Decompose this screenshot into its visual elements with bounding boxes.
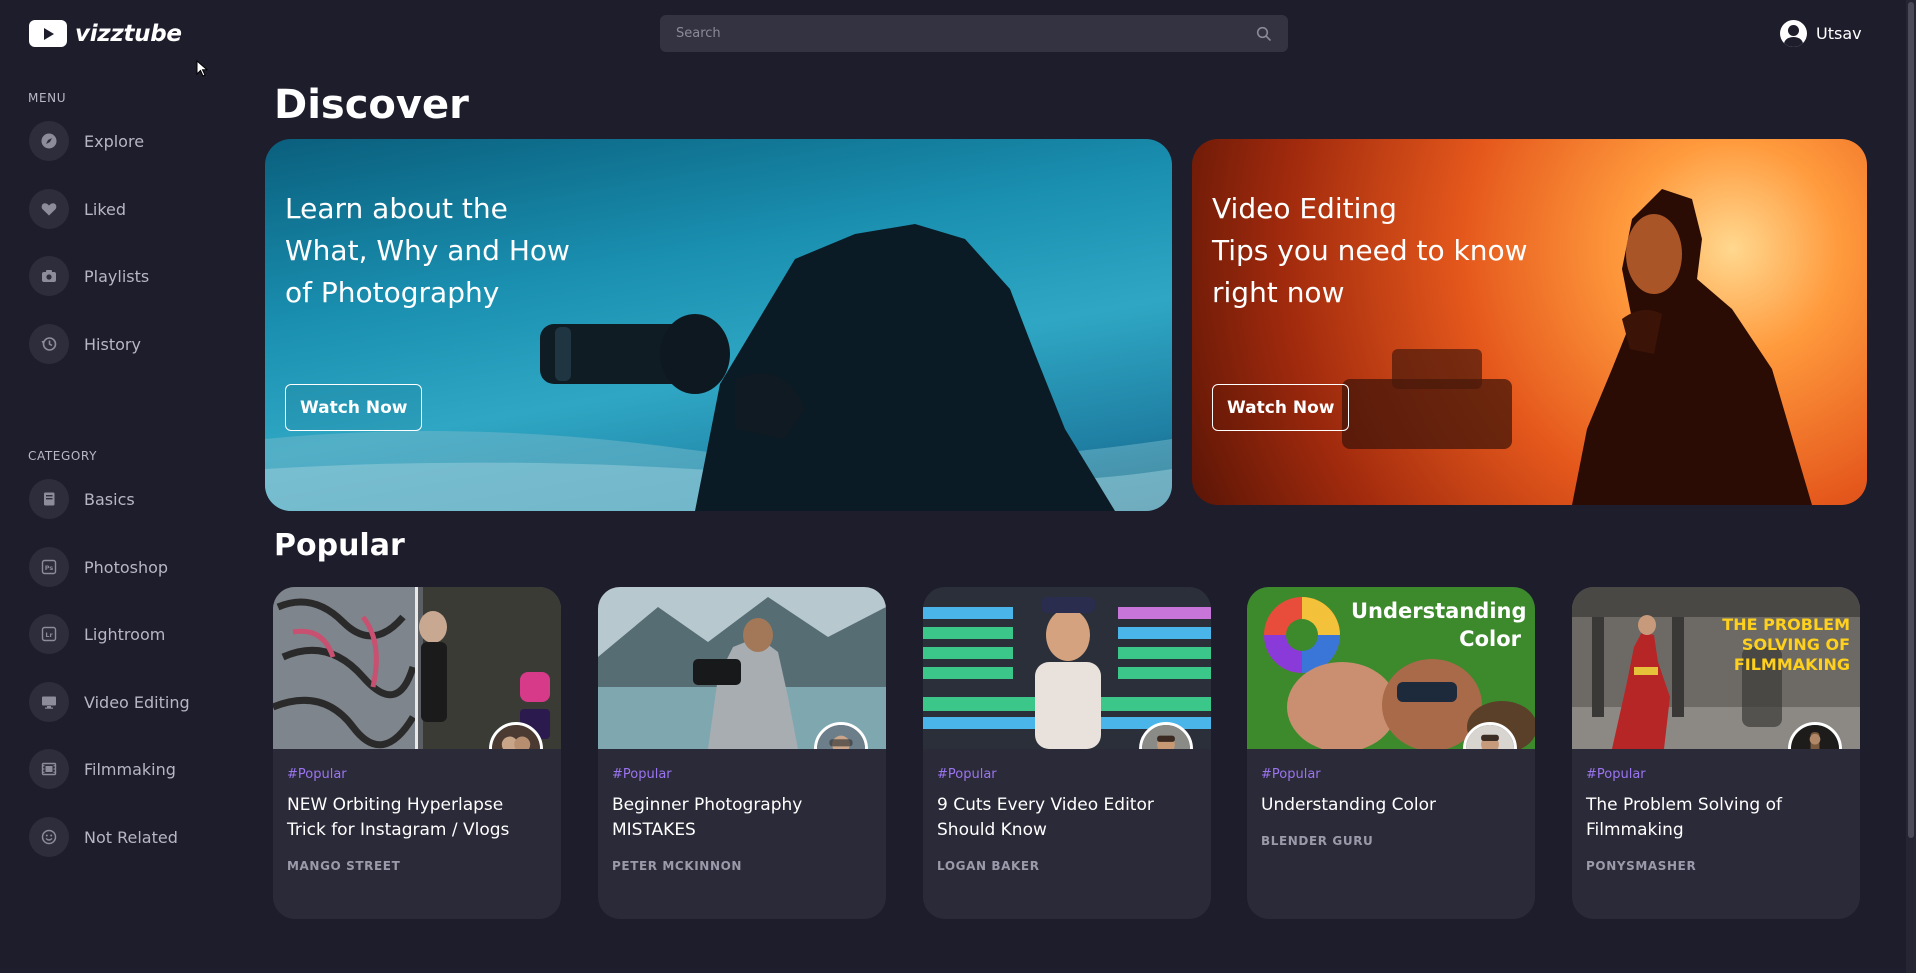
video-card[interactable]: Understanding Color #Popular Understandi… <box>1247 587 1535 919</box>
user-name: Utsav <box>1816 24 1862 43</box>
channel-name[interactable]: PETER MCKINNON <box>612 859 742 873</box>
channel-name[interactable]: LOGAN BAKER <box>937 859 1040 873</box>
banner-line: Tips you need to know <box>1212 234 1528 267</box>
video-tag[interactable]: #Popular <box>937 767 997 782</box>
banner-line: of Photography <box>285 276 500 309</box>
brand-name: vizztube <box>75 20 182 47</box>
sidebar-item-label: Liked <box>84 199 127 219</box>
compass-icon <box>29 121 69 161</box>
sidebar-item-label: Explore <box>84 131 145 151</box>
banner-video-editing[interactable]: Video Editing Tips you need to know righ… <box>1192 139 1867 505</box>
banner-heading: Video Editing Tips you need to know righ… <box>1212 188 1528 314</box>
sidebar-item-explore[interactable]: Explore <box>29 121 144 161</box>
video-thumbnail[interactable]: THE PROBLEM SOLVING OF FILMMAKING <box>1572 587 1860 749</box>
search-icon[interactable] <box>1256 26 1272 42</box>
sidebar-item-label: Playlists <box>84 266 150 286</box>
video-title[interactable]: Beginner Photography MISTAKES <box>612 793 872 843</box>
video-card[interactable]: #Popular 9 Cuts Every Video Editor Shoul… <box>923 587 1211 919</box>
discover-title: Discover <box>274 82 469 128</box>
svg-text:Ps: Ps <box>45 564 54 572</box>
sidebar-item-label: Basics <box>84 489 135 509</box>
menu-heading: MENU <box>28 91 67 105</box>
banner-line: What, Why and How <box>285 234 570 267</box>
popular-title: Popular <box>274 528 405 563</box>
sidebar-item-label: Video Editing <box>84 692 190 712</box>
sidebar-item-not-related[interactable]: Not Related <box>29 817 178 857</box>
channel-name[interactable]: BLENDER GURU <box>1261 834 1373 848</box>
video-title[interactable]: Understanding Color <box>1261 793 1521 818</box>
search-bar <box>660 15 1288 52</box>
thumbnail-caption: THE PROBLEM SOLVING OF FILMMAKING <box>1650 615 1850 675</box>
video-title[interactable]: 9 Cuts Every Video Editor Should Know <box>937 793 1197 843</box>
video-tag[interactable]: #Popular <box>612 767 672 782</box>
sidebar-item-video-editing[interactable]: Video Editing <box>29 682 190 722</box>
smiley-icon <box>29 817 69 857</box>
video-tag[interactable]: #Popular <box>287 767 347 782</box>
thumbnail-caption-text: THE PROBLEM SOLVING OF FILMMAKING <box>1722 615 1850 674</box>
banner-line: Learn about the <box>285 192 508 225</box>
sidebar-item-photoshop[interactable]: Ps Photoshop <box>29 547 168 587</box>
lightroom-icon: Lr <box>29 614 69 654</box>
sidebar-item-liked[interactable]: Liked <box>29 189 126 229</box>
video-card[interactable]: #Popular NEW Orbiting Hyperlapse Trick f… <box>273 587 561 919</box>
sidebar-item-filmmaking[interactable]: Filmmaking <box>29 749 176 789</box>
sidebar-item-label: History <box>84 334 141 354</box>
mouse-cursor-icon <box>196 60 208 77</box>
monitor-icon <box>29 682 69 722</box>
user-avatar-icon <box>1780 20 1807 47</box>
thumbnail-caption: Understanding Color <box>1351 597 1527 653</box>
category-heading: CATEGORY <box>28 449 98 463</box>
brand-logo[interactable]: vizztube <box>29 20 182 47</box>
video-tag[interactable]: #Popular <box>1261 767 1321 782</box>
video-title[interactable]: NEW Orbiting Hyperlapse Trick for Instag… <box>287 793 547 843</box>
sidebar-item-basics[interactable]: Basics <box>29 479 135 519</box>
video-thumbnail[interactable] <box>598 587 886 749</box>
sidebar-item-history[interactable]: History <box>29 324 141 364</box>
channel-name[interactable]: PONYSMASHER <box>1586 859 1696 873</box>
sidebar-item-label: Filmmaking <box>84 759 176 779</box>
video-tag[interactable]: #Popular <box>1586 767 1646 782</box>
video-card[interactable]: #Popular Beginner Photography MISTAKES P… <box>598 587 886 919</box>
play-icon <box>29 20 67 47</box>
banner-heading: Learn about the What, Why and How of Pho… <box>285 188 570 314</box>
sidebar-item-label: Photoshop <box>84 557 169 577</box>
thumbnail-caption-text: Understanding Color <box>1351 599 1527 651</box>
watch-now-button[interactable]: Watch Now <box>1212 384 1350 431</box>
video-card[interactable]: THE PROBLEM SOLVING OF FILMMAKING #Popul… <box>1572 587 1860 919</box>
scrollbar-thumb[interactable] <box>1908 2 1914 838</box>
search-input[interactable] <box>676 26 1256 41</box>
user-menu[interactable]: Utsav <box>1780 20 1862 47</box>
sidebar-item-playlists[interactable]: Playlists <box>29 256 149 296</box>
video-thumbnail[interactable] <box>923 587 1211 749</box>
camera-icon <box>29 256 69 296</box>
app-root: vizztube Utsav MENU Explore Liked Playli… <box>0 0 1916 973</box>
banner-line: Video Editing <box>1212 192 1397 225</box>
banner-line: right now <box>1212 276 1345 309</box>
heart-icon <box>29 189 69 229</box>
film-icon <box>29 749 69 789</box>
history-icon <box>29 324 69 364</box>
banner-photography[interactable]: Learn about the What, Why and How of Pho… <box>265 139 1172 511</box>
video-thumbnail[interactable]: Understanding Color <box>1247 587 1535 749</box>
book-icon <box>29 479 69 519</box>
sidebar-item-lightroom[interactable]: Lr Lightroom <box>29 614 165 654</box>
sidebar-item-label: Not Related <box>84 827 178 847</box>
video-thumbnail[interactable] <box>273 587 561 749</box>
svg-text:Lr: Lr <box>45 631 53 639</box>
watch-now-button[interactable]: Watch Now <box>285 384 423 431</box>
photoshop-icon: Ps <box>29 547 69 587</box>
video-title[interactable]: The Problem Solving of Filmmaking <box>1586 793 1846 843</box>
sidebar-item-label: Lightroom <box>84 624 166 644</box>
channel-name[interactable]: MANGO STREET <box>287 859 400 873</box>
